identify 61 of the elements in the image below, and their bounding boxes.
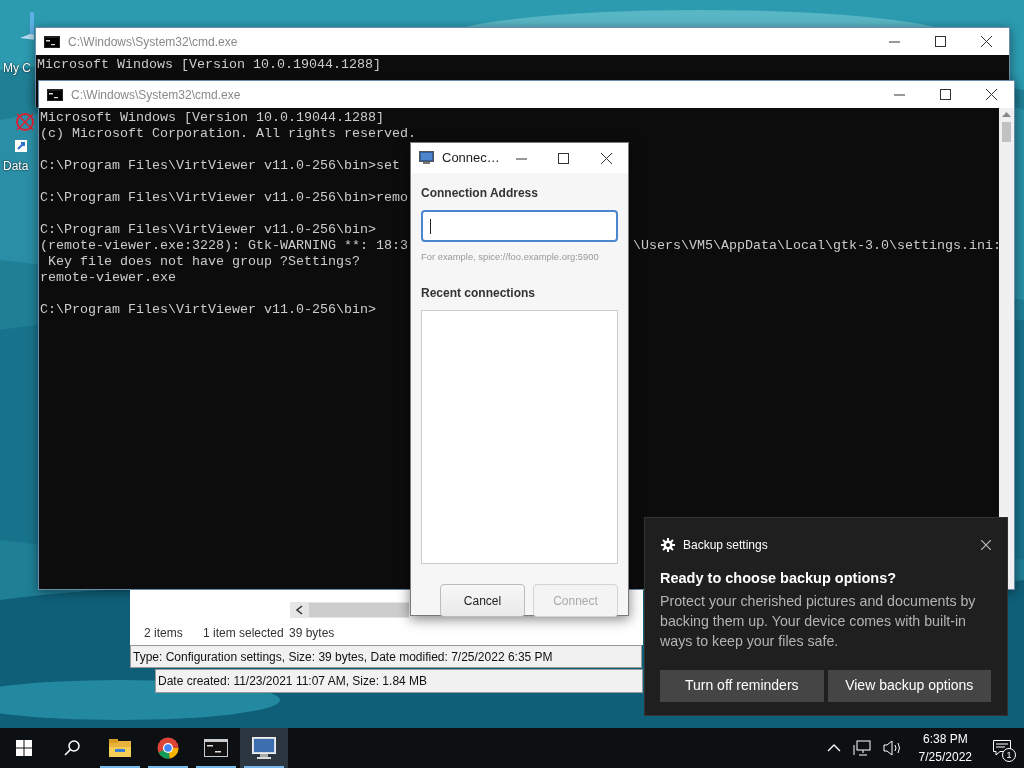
close-icon [985,89,997,100]
chevron-icon[interactable] [826,744,841,752]
toast-button[interactable]: Turn off reminders [660,669,824,702]
console-line: C:\Program Files\VirtViewer v11.0-256\bin>set [40,158,400,174]
search-icon [64,740,80,756]
window-title: C:\Windows\System32\cmd.exe [68,33,239,51]
toast-message: Protect your cherished pictures and documents by backing them up. Your device comes with built-in ways to keep your files safe. [659,591,977,651]
notifications-button[interactable]: 1 [980,728,1024,768]
console-line: C:\Program Files\VirtViewer v11.0-256\bin> [40,222,376,238]
scroll-thumb[interactable] [1002,122,1011,142]
status-text: 39 bytes [289,625,335,642]
clock-time[interactable]: 6:38 PM [922,730,968,748]
console-line: Key file does not have group ?Settings? [47,254,360,270]
dialog-button[interactable]: Cancel [440,584,525,618]
desktop-icon-label[interactable]: My C [3,59,31,77]
windows-icon [16,740,32,756]
list-label: Recent connections [421,285,537,303]
close-icon [601,152,613,164]
message-icon [993,740,1011,756]
console-line: (c) Microsoft Corporation. All rights reserved. [40,126,416,142]
close-icon [980,36,992,47]
horizontal-scrollbar[interactable] [290,602,409,618]
close-icon[interactable] [981,540,991,550]
tooltip: Date created: 11/23/2021 11:07 AM, Size: 1.84 MB [155,669,643,693]
maximize-icon [939,89,951,100]
console-line: Microsoft Windows [Version 10.0.19044.1288] [37,57,381,73]
console-icon [47,88,63,101]
app-name: Backup settings [683,537,769,554]
field-label: Connection Address [421,185,539,202]
volume-icon[interactable] [882,740,903,756]
browser-icon [157,737,179,759]
up-arrow-icon[interactable] [1002,112,1011,118]
monitor-taskbar-button[interactable] [240,728,288,768]
console-icon [204,739,228,757]
maximize-icon [934,36,946,47]
network-icon[interactable] [852,740,871,756]
maximize-icon [558,152,570,164]
settings-icon [661,538,675,552]
monitor-icon [419,151,434,165]
desktop-icon-label[interactable]: Data [3,157,29,175]
status-text: 1 item selected [203,625,284,642]
toast-button[interactable]: View backup options [827,669,991,702]
console-line: C:\Program Files\VirtViewer v11.0-256\bin> [40,302,376,318]
monitor-icon [252,737,276,759]
address-field[interactable] [421,210,618,242]
notification-count-badge: 1 [1002,748,1016,762]
scrollbar[interactable] [999,108,1014,589]
console-line: \Users\VM5\AppData\Local\gtk-3.0\settings.ini: [633,238,1001,254]
console-line: (remote-viewer.exe:3228): Gtk-WARNING **: 18:3 [40,238,408,254]
hint-text: For example, spice://foo.example.org:5900 [421,250,600,264]
tooltip: Type: Configuration settings, Size: 39 bytes, Date modified: 7/25/2022 6:35 PM [130,645,642,668]
clock-date[interactable]: 7/25/2022 [918,748,972,766]
window-title: C:\Windows\System32\cmd.exe [71,86,242,104]
console-line: C:\Program Files\VirtViewer v11.0-256\bin>remo [40,190,408,206]
toast-title: Ready to choose backup options? [659,569,898,588]
folder-icon [109,739,131,757]
window-title: Connec… [442,149,500,168]
console-line: remote-viewer.exe [40,270,176,286]
console-icon [44,35,60,48]
console-line: Microsoft Windows [Version 10.0.19044.1288] [40,110,384,126]
status-text: 2 items [144,625,183,642]
